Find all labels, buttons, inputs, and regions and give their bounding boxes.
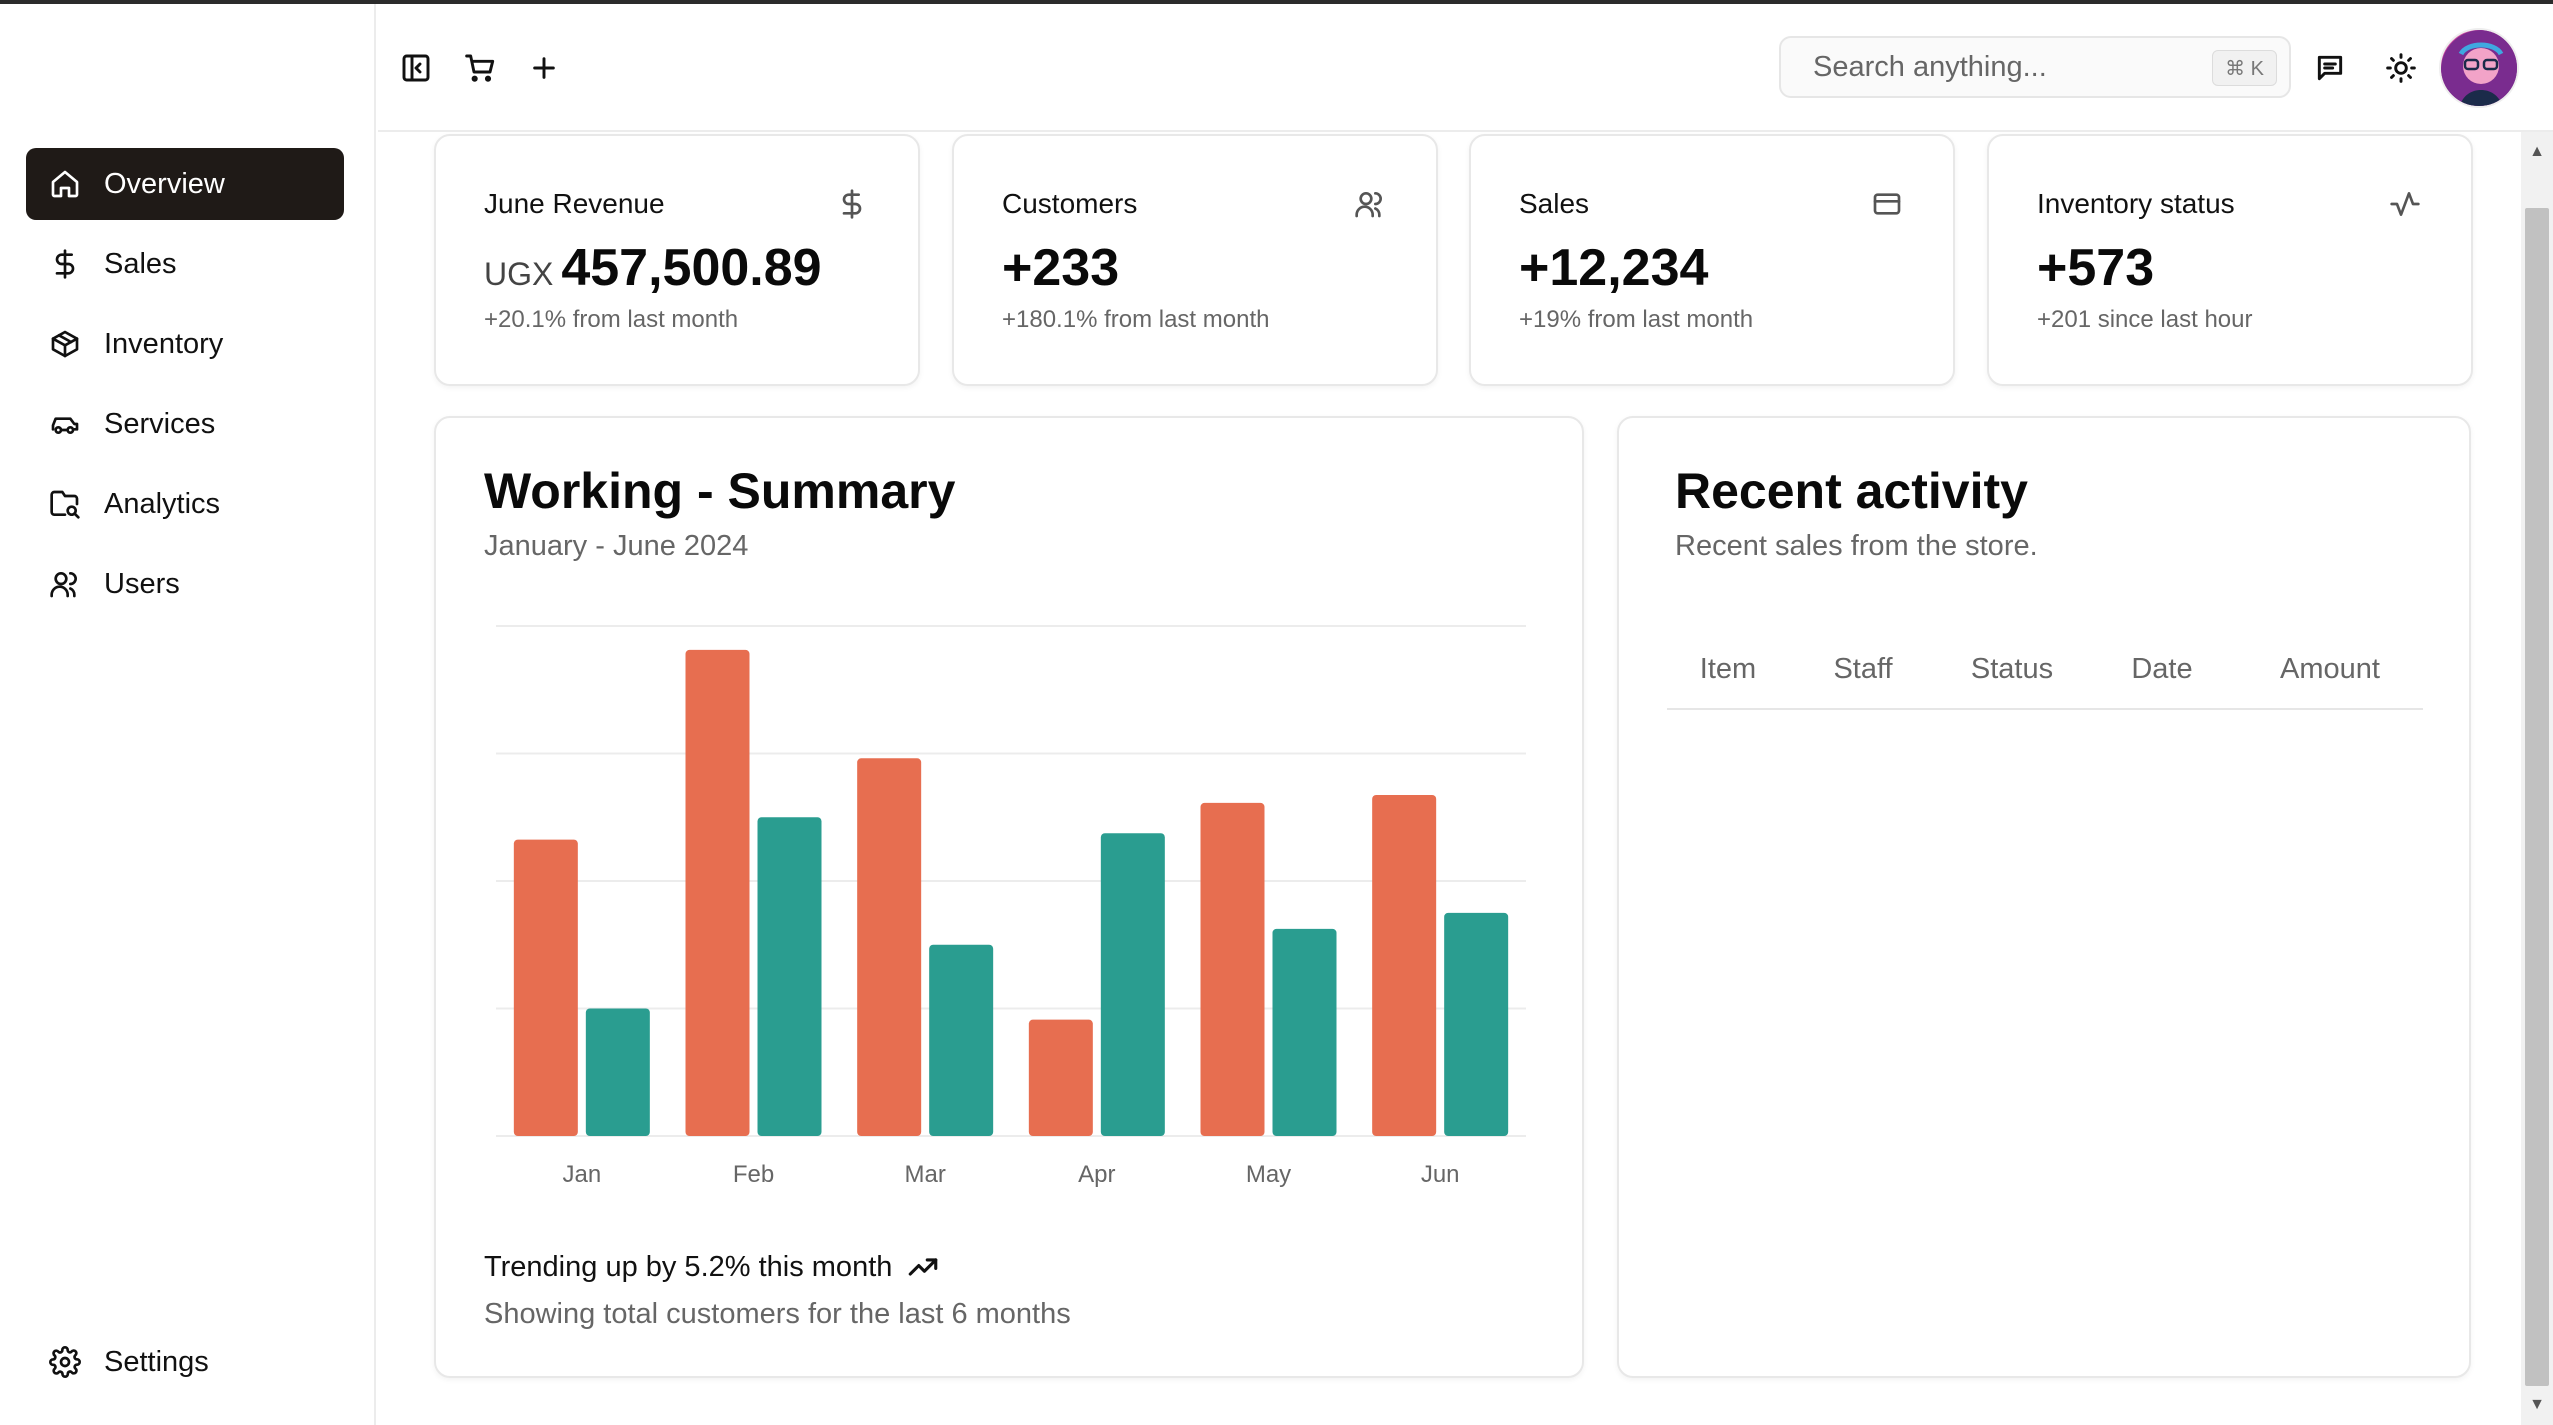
chart-bar-may-2[interactable] bbox=[1272, 928, 1337, 1136]
stat-card-inventory: Inventory status +573 +201 since last ho… bbox=[1987, 134, 2473, 386]
stat-subtext: +19% from last month bbox=[1519, 306, 1754, 333]
stat-currency: UGX bbox=[484, 256, 554, 292]
chart-bar-jan-2[interactable] bbox=[585, 1008, 650, 1137]
message-icon[interactable] bbox=[2310, 48, 2350, 88]
chart-bar-feb-2[interactable] bbox=[757, 817, 822, 1136]
sidebar-item-label: Sales bbox=[104, 247, 177, 280]
sidebar-item-label: Inventory bbox=[104, 327, 224, 360]
sidebar-item-users[interactable]: Users bbox=[26, 548, 344, 620]
stat-card-customers: Customers +233 +180.1% from last month bbox=[952, 134, 1438, 386]
users-icon bbox=[48, 567, 82, 601]
trending-up-icon bbox=[909, 1258, 938, 1276]
sidebar-item-label: Analytics bbox=[104, 487, 221, 520]
stat-title: Sales bbox=[1519, 188, 1590, 219]
stat-subtext: +201 since last hour bbox=[2037, 306, 2253, 333]
dollar-icon bbox=[48, 247, 82, 281]
bar-chart: Jan Feb Mar Apr May Jun bbox=[496, 625, 1526, 1188]
chart-bar-mar-1[interactable] bbox=[857, 758, 922, 1136]
stat-subtext: +20.1% from last month bbox=[484, 306, 739, 333]
chart-x-tick-label: Feb bbox=[733, 1161, 774, 1188]
search-input[interactable] bbox=[1813, 50, 2193, 84]
sidebar-item-inventory[interactable]: Inventory bbox=[26, 308, 344, 380]
stat-card-sales: Sales +12,234 +19% from last month bbox=[1469, 134, 1955, 386]
sidebar-toggle-icon[interactable] bbox=[396, 48, 436, 88]
search-shortcut-badge: ⌘ K bbox=[2212, 50, 2277, 86]
search-box[interactable]: ⌘ K bbox=[1779, 36, 2291, 98]
cart-icon[interactable] bbox=[460, 48, 500, 88]
stat-amount: 457,500.89 bbox=[561, 239, 822, 297]
trend-text: Trending up by 5.2% this month bbox=[484, 1250, 893, 1283]
card-subtitle: Recent sales from the store. bbox=[1675, 530, 2038, 562]
stat-subtext: +180.1% from last month bbox=[1002, 306, 1270, 333]
scroll-thumb[interactable] bbox=[2525, 208, 2549, 1386]
chart-x-tick-label: Apr bbox=[1078, 1161, 1115, 1188]
stat-card-revenue: June Revenue UGX 457,500.89 +20.1% from l… bbox=[434, 134, 920, 386]
sidebar-item-label: Users bbox=[104, 567, 180, 600]
dollar-icon bbox=[836, 188, 870, 222]
activity-table-header: Item Staff Status Date Amount bbox=[1667, 630, 2423, 710]
sidebar-item-sales[interactable]: Sales bbox=[26, 228, 344, 300]
credit-card-icon bbox=[1871, 188, 1905, 222]
stat-value: UGX 457,500.89 bbox=[484, 238, 822, 298]
chart-x-tick-label: Mar bbox=[904, 1161, 945, 1188]
sidebar-item-settings[interactable]: Settings bbox=[26, 1326, 344, 1398]
scroll-up-arrow[interactable]: ▲ bbox=[2521, 138, 2553, 166]
chart-bar-may-1[interactable] bbox=[1200, 802, 1265, 1136]
sidebar-item-label: Settings bbox=[104, 1345, 209, 1378]
stat-title: Customers bbox=[1002, 188, 1138, 219]
activity-icon bbox=[2389, 188, 2423, 222]
chart-bar-mar-2[interactable] bbox=[929, 944, 994, 1136]
chart-bar-apr-1[interactable] bbox=[1028, 1019, 1093, 1136]
card-title: Recent activity bbox=[1675, 463, 2028, 519]
sidebar: Overview Sales Inventory Services Analyt… bbox=[0, 4, 376, 1425]
stat-value: +233 bbox=[1002, 239, 1120, 297]
chart-footnote: Showing total customers for the last 6 m… bbox=[484, 1298, 1071, 1330]
home-icon bbox=[48, 167, 82, 201]
users-icon bbox=[1354, 188, 1388, 222]
sidebar-settings: Settings bbox=[26, 1326, 344, 1406]
car-icon bbox=[48, 407, 82, 441]
sun-icon[interactable] bbox=[2381, 48, 2421, 88]
avatar-illustration bbox=[2441, 30, 2517, 106]
chart-bar-apr-2[interactable] bbox=[1100, 833, 1165, 1136]
page-scrollbar[interactable]: ▲ ▼ bbox=[2521, 132, 2553, 1425]
sidebar-item-overview[interactable]: Overview bbox=[26, 148, 344, 220]
sidebar-nav: Overview Sales Inventory Services Analyt… bbox=[26, 148, 344, 628]
stat-title: Inventory status bbox=[2037, 188, 2235, 219]
sidebar-item-label: Services bbox=[104, 407, 216, 440]
folder-chart-icon bbox=[48, 487, 82, 521]
stat-title: June Revenue bbox=[484, 188, 665, 219]
gear-icon bbox=[48, 1345, 82, 1379]
trend-line: Trending up by 5.2% this month bbox=[484, 1250, 940, 1284]
stat-value: +12,234 bbox=[1519, 239, 1709, 297]
stat-value: +573 bbox=[2037, 239, 2155, 297]
chart-bar-jun-1[interactable] bbox=[1372, 794, 1437, 1136]
recent-activity-card: Recent activity Recent sales from the st… bbox=[1617, 416, 2471, 1378]
sidebar-item-services[interactable]: Services bbox=[26, 388, 344, 460]
column-header-amount[interactable]: Amount bbox=[2237, 653, 2423, 686]
chart-bar-jun-2[interactable] bbox=[1444, 912, 1509, 1136]
top-header: ⌘ K bbox=[378, 4, 2553, 132]
chart-x-tick-label: May bbox=[1246, 1161, 1291, 1188]
column-header-item[interactable]: Item bbox=[1667, 653, 1789, 686]
column-header-staff[interactable]: Staff bbox=[1789, 653, 1937, 686]
chart-x-tick-label: Jan bbox=[562, 1161, 601, 1188]
package-icon bbox=[48, 327, 82, 361]
sidebar-item-label: Overview bbox=[104, 167, 225, 200]
chart-x-tick-label: Jun bbox=[1421, 1161, 1460, 1188]
chart-bar-feb-1[interactable] bbox=[685, 649, 750, 1136]
column-header-status[interactable]: Status bbox=[1937, 653, 2087, 686]
scroll-down-arrow[interactable]: ▼ bbox=[2521, 1391, 2553, 1419]
summary-chart-card: Working - Summary January - June 2024 Ja… bbox=[434, 416, 1584, 1378]
plus-icon[interactable] bbox=[524, 48, 564, 88]
sidebar-item-analytics[interactable]: Analytics bbox=[26, 468, 344, 540]
column-header-date[interactable]: Date bbox=[2087, 653, 2237, 686]
chart-bar-jan-1[interactable] bbox=[513, 839, 578, 1136]
avatar[interactable] bbox=[2439, 28, 2519, 108]
